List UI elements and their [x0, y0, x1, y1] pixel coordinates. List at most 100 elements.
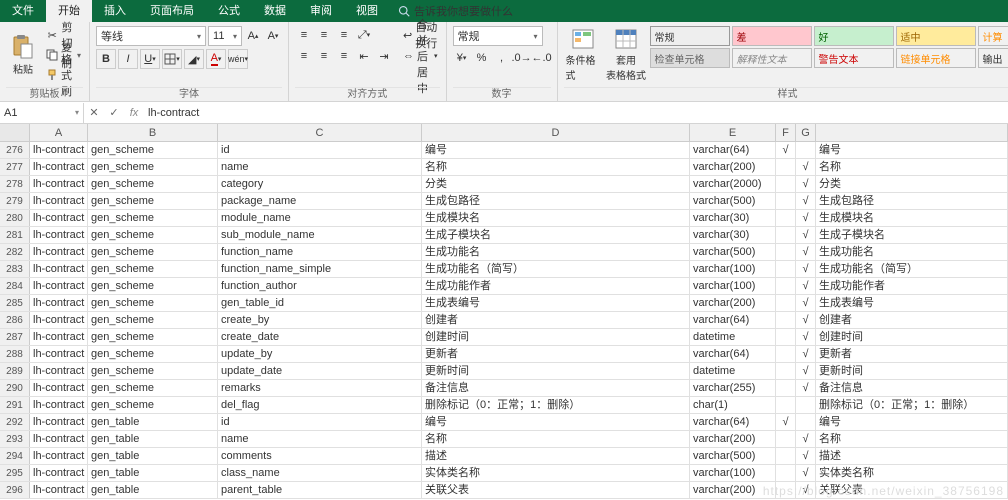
currency-button[interactable]: ¥▾ [453, 49, 471, 67]
cell[interactable]: 备注信息 [816, 380, 1008, 396]
cell[interactable] [796, 397, 816, 413]
cell[interactable]: gen_scheme [88, 244, 218, 260]
col-header[interactable]: B [88, 124, 218, 141]
cell[interactable]: √ [796, 176, 816, 192]
style-explan[interactable]: 解释性文本 [732, 48, 812, 68]
cell[interactable]: varchar(100) [690, 278, 776, 294]
cell[interactable]: 名称 [422, 431, 690, 447]
cell[interactable]: gen_scheme [88, 295, 218, 311]
cell[interactable]: 生成模块名 [422, 210, 690, 226]
cell[interactable]: gen_scheme [88, 261, 218, 277]
cell[interactable]: 关联父表 [422, 482, 690, 498]
cell[interactable]: 编号 [816, 142, 1008, 158]
cell[interactable] [776, 210, 796, 226]
cell[interactable]: √ [796, 380, 816, 396]
cell[interactable]: 删除标记（0：正常；1：删除） [422, 397, 690, 413]
cell[interactable]: 生成功能名（简写） [422, 261, 690, 277]
cell[interactable]: lh-contract [30, 363, 88, 379]
table-format-button[interactable]: 套用 表格格式 [607, 26, 646, 82]
tab-data[interactable]: 数据 [252, 0, 298, 22]
cell[interactable]: name [218, 431, 422, 447]
cell[interactable]: 生成表编号 [816, 295, 1008, 311]
cell[interactable]: 生成子模块名 [422, 227, 690, 243]
cell[interactable]: varchar(64) [690, 312, 776, 328]
cell[interactable]: 生成功能名（简写） [816, 261, 1008, 277]
cell[interactable]: 分类 [422, 176, 690, 192]
row-header[interactable]: 290 [0, 380, 30, 396]
cell[interactable]: √ [776, 414, 796, 430]
cell[interactable]: varchar(64) [690, 414, 776, 430]
cell[interactable]: 生成子模块名 [816, 227, 1008, 243]
align-right-button[interactable]: ≡ [335, 47, 353, 65]
cell[interactable]: 名称 [422, 159, 690, 175]
row-header[interactable]: 277 [0, 159, 30, 175]
cell[interactable]: remarks [218, 380, 422, 396]
row-header[interactable]: 287 [0, 329, 30, 345]
cell[interactable]: update_date [218, 363, 422, 379]
tab-formula[interactable]: 公式 [206, 0, 252, 22]
row-header[interactable]: 289 [0, 363, 30, 379]
cell[interactable]: 创建时间 [816, 329, 1008, 345]
cell[interactable]: category [218, 176, 422, 192]
cell[interactable] [776, 227, 796, 243]
cell[interactable]: 实体类名称 [422, 465, 690, 481]
cell[interactable]: varchar(100) [690, 465, 776, 481]
indent-dec-button[interactable]: ⇤ [355, 47, 373, 65]
cell[interactable] [776, 176, 796, 192]
cell[interactable]: lh-contract [30, 227, 88, 243]
cell[interactable]: id [218, 414, 422, 430]
col-header[interactable]: A [30, 124, 88, 141]
cell[interactable]: lh-contract [30, 482, 88, 498]
cell[interactable] [776, 193, 796, 209]
row-header[interactable]: 292 [0, 414, 30, 430]
cell[interactable]: class_name [218, 465, 422, 481]
cell[interactable]: √ [796, 448, 816, 464]
font-name-select[interactable]: 等线▾ [96, 26, 206, 46]
col-header[interactable]: G [796, 124, 816, 141]
cell[interactable]: sub_module_name [218, 227, 422, 243]
cell[interactable]: lh-contract [30, 431, 88, 447]
cell[interactable]: 生成功能名 [816, 244, 1008, 260]
cell[interactable]: 分类 [816, 176, 1008, 192]
tab-review[interactable]: 审阅 [298, 0, 344, 22]
align-mid-button[interactable]: ≡ [315, 26, 333, 44]
cell[interactable]: package_name [218, 193, 422, 209]
cell[interactable]: name [218, 159, 422, 175]
style-output[interactable]: 输出 [978, 48, 1008, 68]
cell[interactable]: 实体类名称 [816, 465, 1008, 481]
cell[interactable]: gen_scheme [88, 278, 218, 294]
style-good[interactable]: 好 [814, 26, 894, 46]
merge-center-button[interactable]: ⇔合并后居中▾ [401, 47, 440, 65]
cell[interactable]: lh-contract [30, 397, 88, 413]
tab-view[interactable]: 视图 [344, 0, 390, 22]
row-header[interactable]: 276 [0, 142, 30, 158]
cell[interactable]: 更新者 [422, 346, 690, 362]
row-header[interactable]: 285 [0, 295, 30, 311]
cell[interactable] [776, 363, 796, 379]
cell[interactable]: 描述 [816, 448, 1008, 464]
row-header[interactable]: 279 [0, 193, 30, 209]
enter-fx-button[interactable]: ✓ [104, 106, 124, 119]
cell[interactable]: gen_scheme [88, 380, 218, 396]
row-header[interactable]: 296 [0, 482, 30, 498]
row-header[interactable]: 295 [0, 465, 30, 481]
cell[interactable]: lh-contract [30, 346, 88, 362]
cell[interactable]: √ [776, 142, 796, 158]
cell[interactable] [776, 278, 796, 294]
cell[interactable] [776, 312, 796, 328]
cell[interactable]: 创建时间 [422, 329, 690, 345]
number-format-select[interactable]: 常规▾ [453, 26, 543, 46]
cell[interactable]: √ [796, 227, 816, 243]
style-warn[interactable]: 警告文本 [814, 48, 894, 68]
row-header[interactable]: 293 [0, 431, 30, 447]
cell[interactable]: varchar(30) [690, 227, 776, 243]
cell[interactable]: √ [796, 159, 816, 175]
col-header[interactable] [816, 124, 1008, 141]
cell[interactable]: 生成功能作者 [816, 278, 1008, 294]
orientation-button[interactable]: ⤢▾ [355, 26, 373, 44]
cell[interactable]: varchar(30) [690, 210, 776, 226]
cell[interactable]: lh-contract [30, 159, 88, 175]
cell[interactable]: lh-contract [30, 142, 88, 158]
indent-inc-button[interactable]: ⇥ [375, 47, 393, 65]
comma-button[interactable]: , [493, 49, 511, 67]
